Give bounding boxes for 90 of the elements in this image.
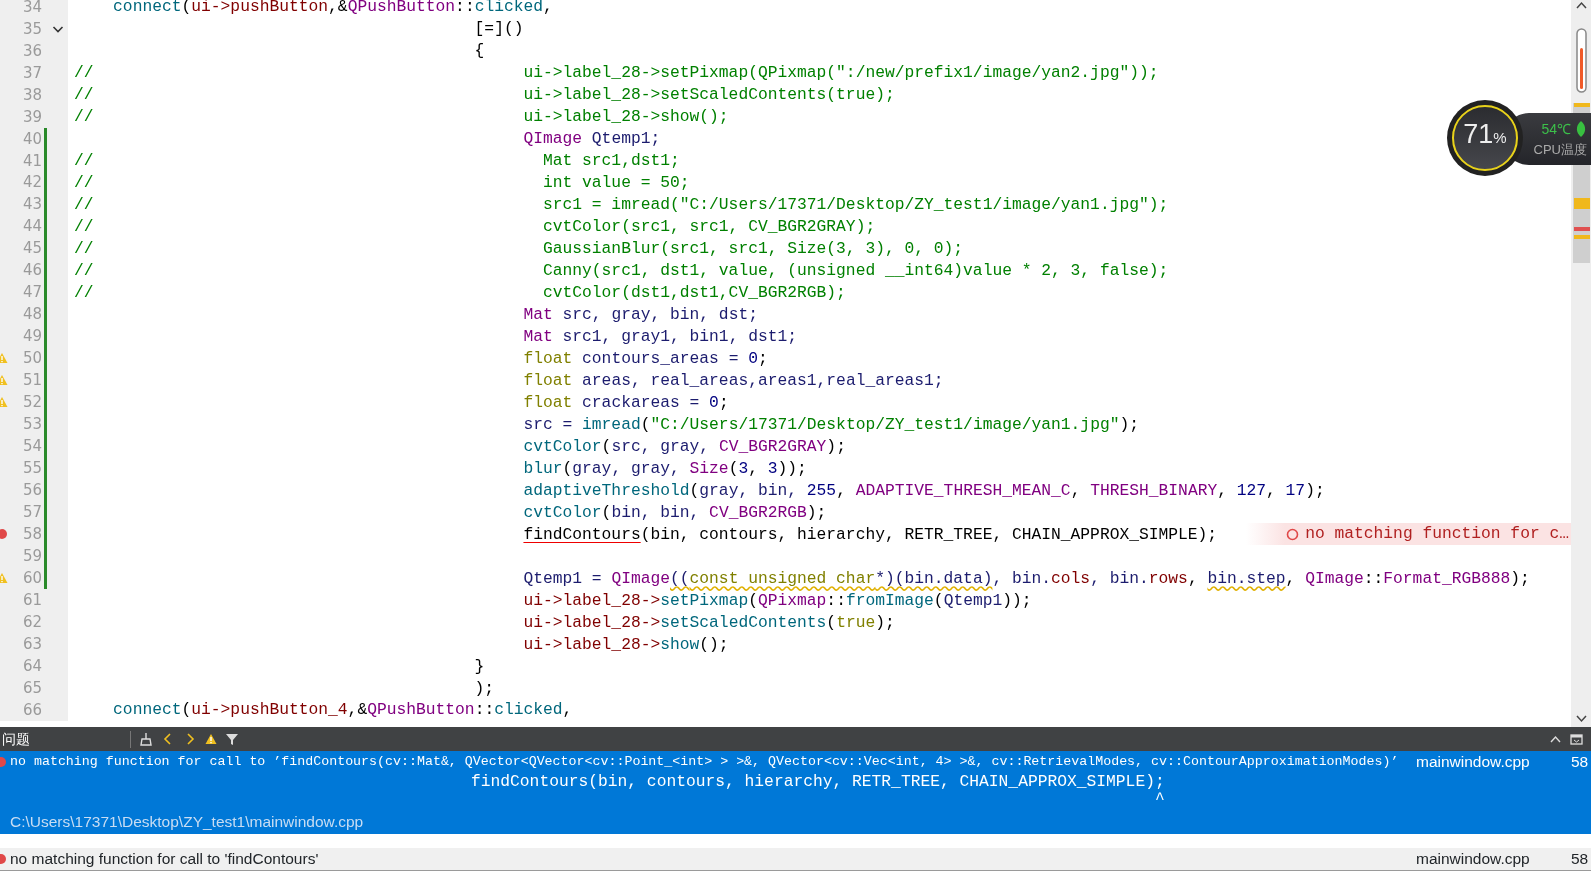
code-line: // GaussianBlur(src1, src1, Size(3, 3), 0, 0); — [73, 238, 964, 260]
line-number: 46 — [21, 260, 42, 282]
line-number: 60 — [21, 567, 42, 589]
code-line: cvtColor(src, gray, CV_BGR2GRAY); — [522, 435, 846, 457]
code-line: // ui->label_28->setPixmap(QPixmap(":/new/prefix1/image/yan2.jpg")); — [73, 62, 1159, 84]
status-message: no matching function for call to 'findContours' — [10, 849, 320, 870]
scroll-up-icon[interactable] — [1574, 0, 1588, 10]
error-circle-icon — [1286, 527, 1300, 541]
line-number: 34 — [21, 0, 42, 18]
code-line: cvtColor(bin, bin, CV_BGR2RGB); — [522, 501, 827, 523]
line-number: 55 — [21, 458, 42, 480]
broom-icon[interactable] — [139, 732, 153, 746]
temperature-label: CPU温度 — [1533, 140, 1587, 159]
code-line: float areas, real_areas,areas1,real_areas1; — [522, 369, 944, 391]
code-line: float contours_areas = 0; — [522, 348, 768, 369]
line-number: 47 — [21, 282, 42, 304]
line-number: 58 — [21, 524, 42, 545]
usage-unit: % — [1493, 130, 1507, 145]
code-line: // ui->label_28->show(); — [73, 106, 729, 128]
code-line: Mat src, gray, bin, dst; — [522, 304, 758, 326]
line-number: 40 — [21, 128, 42, 150]
scroll-down-icon[interactable] — [1574, 713, 1588, 723]
code-line: // Canny(src1, dst1, value, (unsigned __int64)value * 2, 3, false); — [73, 260, 1169, 282]
temperature-reading: 54℃ — [1541, 119, 1571, 139]
line-number: 63 — [21, 633, 42, 655]
line-number: 53 — [21, 414, 42, 436]
line-number: 62 — [21, 611, 42, 633]
code-line: float crackareas = 0; — [522, 391, 729, 413]
code-line: { — [473, 40, 485, 62]
line-number: 39 — [21, 106, 42, 128]
line-number: 48 — [21, 304, 42, 326]
line-number: 35 — [21, 18, 42, 40]
annotation-text: no matching function for c… — [1305, 523, 1569, 545]
code-line: // Mat src1,dst1; — [73, 150, 680, 172]
line-number: 65 — [21, 677, 42, 699]
error-caret: ^ — [1153, 791, 1166, 809]
line-number: 61 — [21, 589, 42, 611]
issue-file: mainwindow.cpp — [1416, 752, 1531, 773]
filter-icon[interactable] — [225, 732, 239, 746]
code-line: ui->label_28->show(); — [522, 633, 729, 655]
code-line: QImage Qtemp1; — [522, 128, 661, 150]
code-line: ); — [473, 677, 495, 699]
line-number: 57 — [21, 502, 42, 523]
line-number: 44 — [21, 216, 42, 238]
line-number: 59 — [21, 545, 42, 567]
code-line: adaptiveThreshold(gray, bin, 255, ADAPTIVE_THRESH_MEAN_C, THRESH_BINARY, 127, 17); — [522, 479, 1325, 501]
code-line: Mat src1, gray1, bin1, dst1; — [522, 326, 798, 347]
line-number: 52 — [21, 392, 42, 414]
line-number: 56 — [21, 480, 42, 502]
code-line: ui->label_28->setPixmap(QPixmap::fromImage(Qtemp1)); — [522, 589, 1032, 611]
code-line: ui->label_28->setScaledContents(true); — [522, 611, 895, 633]
leaf-icon — [1575, 121, 1587, 138]
panel-menu-icon[interactable] — [1570, 732, 1583, 746]
line-number: 51 — [21, 370, 42, 392]
line-number: 66 — [21, 699, 42, 721]
issue-source-line: findContours(bin, contours, hierarchy, RETR_TREE, CHAIN_APPROX_SIMPLE); — [471, 773, 1166, 791]
panel-title: 问题 — [2, 729, 31, 749]
issue-row[interactable] — [0, 751, 1591, 834]
scroll-thumb[interactable] — [1575, 28, 1587, 93]
code-line: // cvtColor(dst1,dst1,CV_BGR2RGB); — [73, 282, 846, 304]
status-line: 58 — [1571, 849, 1589, 870]
line-number: 54 — [21, 436, 42, 458]
line-number: 43 — [21, 194, 42, 216]
code-line: [=]() — [473, 18, 524, 40]
line-number: 36 — [21, 40, 42, 62]
issue-file-path: C:\Users\17371\Desktop\ZY_test1\mainwindow.cpp — [10, 812, 365, 832]
line-number: 38 — [21, 84, 42, 106]
code-line: blur(gray, gray, Size(3, 3)); — [522, 457, 807, 479]
code-line: // ui->label_28->setScaledContents(true); — [73, 84, 895, 106]
code-line: // int value = 50; — [73, 172, 690, 194]
line-number: 42 — [21, 172, 42, 194]
status-file: mainwindow.cpp — [1416, 849, 1531, 870]
issue-message: no matching function for call to ’findContours(cv::Mat&, QVector<QVector<cv::Point_<int> > >&, QVector<cv::Vec<int, 4> >&, cv::RetrievalModes, cv::ContourApproximationModes)’ — [10, 753, 1400, 772]
usage-value: 71 — [1463, 121, 1494, 148]
code-line: // cvtColor(src1, src1, CV_BGR2GRAY); — [73, 216, 876, 238]
line-number: 37 — [21, 62, 42, 84]
issue-line: 58 — [1571, 752, 1589, 773]
line-number: 41 — [21, 150, 42, 172]
code-line: Qtemp1 = QImage((const unsigned char*)(bin.data), bin.cols, bin.rows, bin.step, QImage::Format_RGB888); — [522, 567, 1530, 589]
warning-filter-icon[interactable] — [205, 733, 217, 745]
line-number: 64 — [21, 655, 42, 677]
code-line: connect(ui->pushButton,&QPushButton::clicked, — [112, 0, 553, 18]
line-number: 45 — [21, 238, 42, 260]
code-line: connect(ui->pushButton_4,&QPushButton::clicked, — [112, 699, 573, 721]
code-line: src = imread("C:/Users/17371/Desktop/ZY_test1/image/yan1.jpg"); — [522, 413, 1139, 435]
code-line: findContours(bin, contours, hierarchy, RETR_TREE, CHAIN_APPROX_SIMPLE); — [522, 523, 1218, 545]
line-number: 49 — [21, 326, 42, 348]
line-number: 50 — [21, 348, 42, 370]
code-line: } — [473, 655, 485, 677]
code-line: // src1 = imread("C:/Users/17371/Desktop/ZY_test1/image/yan1.jpg"); — [73, 194, 1169, 216]
